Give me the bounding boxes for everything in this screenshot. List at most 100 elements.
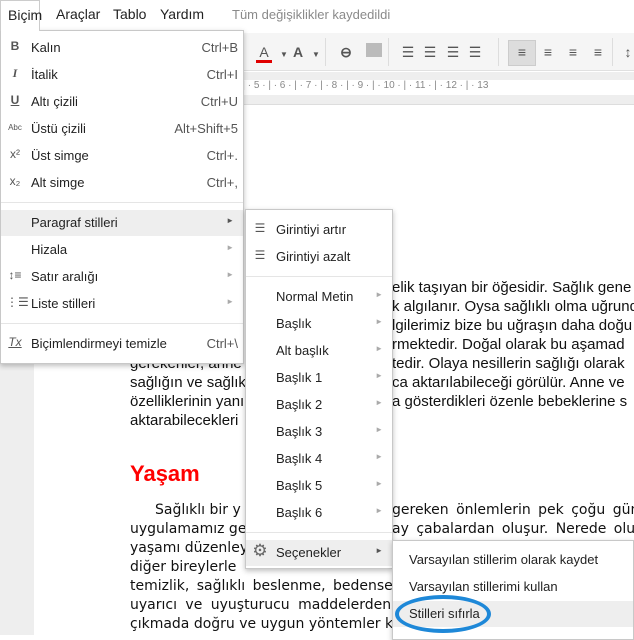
menu-item-label: Başlık: [276, 316, 312, 331]
body-text: lgilerimiz bize bu uğraşın daha doğu: [392, 317, 633, 334]
body-text: tedir. Olaya nesillerin sağlığı olarak: [392, 355, 625, 372]
menu-item-superscript[interactable]: x² Üst simge Ctrl+.: [1, 143, 243, 169]
paragraph-styles-menu: ☰ Girintiyi artır ☰ Girintiyi azalt Normal…: [245, 209, 393, 569]
menu-help[interactable]: Yardım: [160, 6, 204, 22]
menu-item-paragraph-styles[interactable]: Paragraf stilleri ►: [1, 210, 243, 236]
chevron-down-icon[interactable]: ▼: [306, 50, 326, 59]
submenu-arrow-icon: ►: [375, 506, 383, 515]
menu-item-label: Varsayılan stillerimi kullan: [409, 579, 558, 594]
menu-format[interactable]: Biçim: [0, 0, 42, 31]
menu-item-label: Paragraf stilleri: [31, 215, 118, 230]
menu-item-label: Üstü çizili: [31, 121, 86, 136]
body-text: diğer bireylerle: [130, 559, 237, 575]
bulleted-list-icon[interactable]: ☰: [420, 44, 440, 61]
menu-item-line-spacing[interactable]: ↕≡ Satır aralığı ►: [1, 264, 243, 290]
divider: [246, 276, 392, 277]
image-icon[interactable]: [366, 43, 382, 57]
shortcut: Ctrl+\: [206, 336, 238, 351]
body-text: rmektedir. Doğal olarak bu aşamad: [392, 336, 625, 353]
highlight-color-button[interactable]: A: [288, 44, 308, 60]
menu-item-label: Üst simge: [31, 148, 89, 163]
menu-item-label: Kalın: [31, 40, 61, 55]
body-text: elik taşıyan bir öğesidir. Sağlık gene: [392, 279, 632, 296]
heading-yasam: Yaşam: [130, 461, 200, 486]
divider: [325, 38, 326, 66]
shortcut: Ctrl+.: [206, 148, 238, 163]
menu-item-label: Başlık 2: [276, 397, 323, 412]
style-heading-5[interactable]: Başlık 5 ►: [246, 473, 392, 499]
link-icon[interactable]: ⊖: [336, 44, 356, 61]
body-text: gereken önlemlerin pek çoğu gün: [392, 502, 634, 518]
submenu-arrow-icon: ►: [375, 452, 383, 461]
shortcut: Ctrl+U: [200, 94, 238, 109]
body-text: çıkmada doğru ve uygun yöntemler k: [130, 616, 394, 632]
submenu-arrow-icon: ►: [375, 546, 383, 555]
divider: [246, 532, 392, 533]
divider: [612, 38, 613, 66]
highlight-circle: [395, 595, 491, 633]
body-text: aktarabilecekleri: [130, 412, 239, 429]
italic-icon: I: [12, 66, 18, 80]
underline-icon: U: [10, 93, 20, 107]
menu-item-label: Başlık 1: [276, 370, 323, 385]
menu-item-label: Alt simge: [31, 175, 85, 190]
increase-indent-icon[interactable]: ☰: [465, 44, 485, 61]
body-text: uygulamamız ge: [130, 521, 247, 537]
gear-icon: ⚙: [252, 541, 268, 560]
menu-item-strikethrough[interactable]: Abc Üstü çizili Alt+Shift+5: [1, 116, 243, 142]
menu-item-italic[interactable]: I İtalik Ctrl+I: [1, 62, 243, 88]
style-heading-4[interactable]: Başlık 4 ►: [246, 446, 392, 472]
align-center-icon[interactable]: ≡: [538, 44, 558, 60]
menu-item-label: Başlık 6: [276, 505, 323, 520]
menu-bar: Biçim Araçlar Tablo Yardım Tüm değişikli…: [0, 0, 634, 31]
menu-item-label: Girintiyi azalt: [276, 249, 351, 264]
style-heading-3[interactable]: Başlık 3 ►: [246, 419, 392, 445]
justify-icon[interactable]: ≡: [588, 44, 608, 60]
body-text: ca aktarılabileceği görülür. Anne ve: [392, 374, 625, 391]
style-title[interactable]: Başlık ►: [246, 311, 392, 337]
menu-tools[interactable]: Araçlar: [56, 6, 100, 22]
shortcut: Ctrl+B: [201, 40, 238, 55]
shortcut: Ctrl+,: [206, 175, 238, 190]
style-heading-2[interactable]: Başlık 2 ►: [246, 392, 392, 418]
align-right-icon[interactable]: ≡: [563, 44, 583, 60]
save-status: Tüm değişiklikler kaydedildi: [232, 7, 391, 22]
shortcut: Ctrl+I: [206, 67, 238, 82]
submenu-arrow-icon: ►: [375, 371, 383, 380]
menu-item-label: Başlık 4: [276, 451, 323, 466]
menu-item-list-styles[interactable]: ⋮☰ Liste stilleri ►: [1, 291, 243, 317]
menu-item-save-default-styles[interactable]: Varsayılan stillerim olarak kaydet: [393, 547, 633, 573]
style-subtitle[interactable]: Alt başlık ►: [246, 338, 392, 364]
increase-indent-icon: ☰: [254, 221, 266, 235]
body-text: uyarıcı ve uyuşturucu maddelerden: [130, 597, 392, 613]
decrease-indent-icon[interactable]: ☰: [443, 44, 463, 61]
style-heading-1[interactable]: Başlık 1 ►: [246, 365, 392, 391]
body-text: temizlik, sağlıklı beslenme, bedense: [130, 578, 393, 594]
submenu-arrow-icon: ►: [226, 243, 234, 252]
menu-item-increase-indent[interactable]: ☰ Girintiyi artır: [246, 217, 392, 243]
list-styles-icon: ⋮☰: [6, 295, 29, 309]
numbered-list-icon[interactable]: ☰: [398, 44, 418, 61]
text-color-button[interactable]: A: [254, 44, 274, 63]
style-normal-text[interactable]: Normal Metin ►: [246, 284, 392, 310]
menu-item-label: Biçimlendirmeyi temizle: [31, 336, 167, 351]
decrease-indent-icon: ☰: [254, 248, 266, 262]
menu-item-align[interactable]: Hizala ►: [1, 237, 243, 263]
superscript-icon: x²: [10, 147, 20, 161]
align-left-icon[interactable]: ≡: [508, 40, 536, 66]
menu-item-clear-formatting[interactable]: Tx Biçimlendirmeyi temizle Ctrl+\: [1, 331, 243, 357]
text-color-icon: A: [259, 44, 269, 60]
style-heading-6[interactable]: Başlık 6 ►: [246, 500, 392, 526]
menu-table[interactable]: Tablo: [113, 6, 146, 22]
menu-item-label: Satır aralığı: [31, 269, 99, 284]
menu-item-underline[interactable]: U Altı çizili Ctrl+U: [1, 89, 243, 115]
menu-item-label: Normal Metin: [276, 289, 354, 304]
submenu-arrow-icon: ►: [375, 425, 383, 434]
menu-item-subscript[interactable]: x₂ Alt simge Ctrl+,: [1, 170, 243, 196]
shortcut: Alt+Shift+5: [174, 121, 238, 136]
ruler-scale[interactable]: 3 · | · 4 · | · 5 · | · 6 · | · 7 · | · …: [200, 80, 634, 95]
line-spacing-icon[interactable]: ↕: [618, 44, 634, 60]
menu-item-decrease-indent[interactable]: ☰ Girintiyi azalt: [246, 244, 392, 270]
menu-item-bold[interactable]: B Kalın Ctrl+B: [1, 35, 243, 61]
menu-item-options[interactable]: ⚙ Seçenekler ►: [246, 540, 392, 566]
